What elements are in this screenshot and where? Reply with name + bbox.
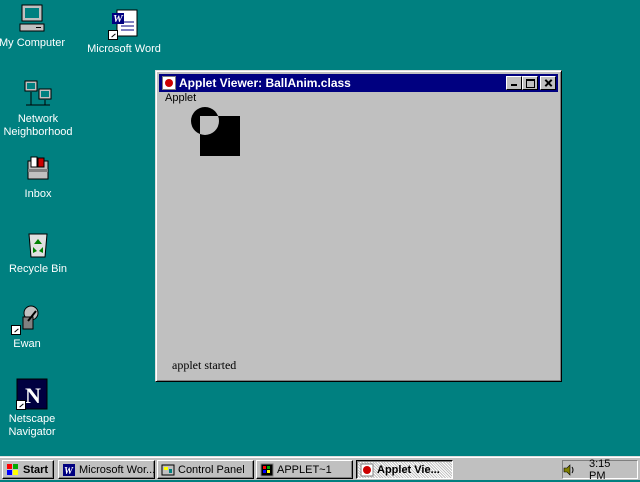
taskbar-button-label: Microsoft Wor... <box>79 463 155 476</box>
inbox-icon <box>22 153 54 185</box>
taskbar: Start W Microsoft Wor... Control Panel A… <box>0 456 640 482</box>
control-panel-icon <box>161 463 175 477</box>
desktop-icon-label: My Computer <box>0 37 66 49</box>
word-document-icon: W <box>108 8 140 40</box>
desktop-icon-label: Network Neighborhood <box>3 113 73 138</box>
svg-text:W: W <box>113 13 124 25</box>
maximize-button[interactable] <box>522 76 538 90</box>
taskbar-button-label: APPLET~1 <box>277 463 332 476</box>
window-titlebar[interactable]: Applet Viewer: BallAnim.class <box>159 74 558 92</box>
svg-text:N: N <box>25 383 41 408</box>
clock[interactable]: 3:15 PM <box>589 458 627 482</box>
desktop-icon-network-neighborhood[interactable]: Network Neighborhood <box>0 78 76 139</box>
taskbar-button-applet-viewer[interactable]: Applet Vie... <box>356 460 453 479</box>
ms-dos-icon <box>260 463 274 477</box>
system-tray: 3:15 PM <box>562 458 638 482</box>
applet-viewer-icon <box>360 463 374 477</box>
desktop-icon-ewan[interactable]: Ewan <box>0 303 65 351</box>
desktop-icon-my-computer[interactable]: My Computer <box>0 2 70 50</box>
desktop-icon-label: Ewan <box>13 338 41 350</box>
svg-text:W: W <box>64 466 74 477</box>
animated-ball <box>191 107 219 135</box>
desktop-icon-netscape-navigator[interactable]: N Netscape Navigator <box>0 378 70 439</box>
desktop-icon-label: Netscape Navigator <box>8 413 56 438</box>
close-button[interactable] <box>540 76 556 90</box>
taskbar-button-label: Control Panel <box>178 463 245 476</box>
start-button[interactable]: Start <box>2 460 54 479</box>
network-icon <box>22 78 54 110</box>
speaker-volume-icon[interactable] <box>563 463 575 476</box>
desktop-icon-label: Inbox <box>24 188 52 200</box>
ewan-icon <box>11 303 43 335</box>
menu-applet[interactable]: Applet <box>160 92 201 104</box>
applet-status-text: applet started <box>172 358 237 372</box>
applet-viewer-icon[interactable] <box>162 76 176 90</box>
netscape-icon: N <box>16 378 48 410</box>
desktop-icon-label: Microsoft Word <box>87 43 161 55</box>
desktop-icon-inbox[interactable]: Inbox <box>0 153 76 201</box>
window-title: Applet Viewer: BallAnim.class <box>179 76 351 90</box>
shortcut-arrow-icon <box>108 30 118 40</box>
minimize-button[interactable] <box>506 76 522 90</box>
taskbar-button-label: Applet Vie... <box>377 463 440 476</box>
desktop-icon-recycle-bin[interactable]: Recycle Bin <box>0 228 76 276</box>
shortcut-arrow-icon <box>16 400 26 410</box>
start-label: Start <box>23 463 49 476</box>
word-icon: W <box>62 463 76 477</box>
taskbar-button-applet-dos[interactable]: APPLET~1 <box>256 460 353 479</box>
computer-icon <box>16 2 48 34</box>
taskbar-button-microsoft-word[interactable]: W Microsoft Wor... <box>58 460 155 479</box>
taskbar-button-control-panel[interactable]: Control Panel <box>157 460 254 479</box>
shortcut-arrow-icon <box>11 325 21 335</box>
menu-bar: Applet <box>160 92 201 106</box>
applet-viewer-window[interactable]: Applet Viewer: BallAnim.class Applet app… <box>155 70 562 382</box>
desktop-icon-microsoft-word[interactable]: W Microsoft Word <box>86 8 162 56</box>
desktop-icon-label: Recycle Bin <box>8 263 68 275</box>
recycle-bin-icon <box>22 228 54 260</box>
applet-canvas[interactable] <box>160 107 557 357</box>
windows-logo-icon <box>6 463 20 477</box>
